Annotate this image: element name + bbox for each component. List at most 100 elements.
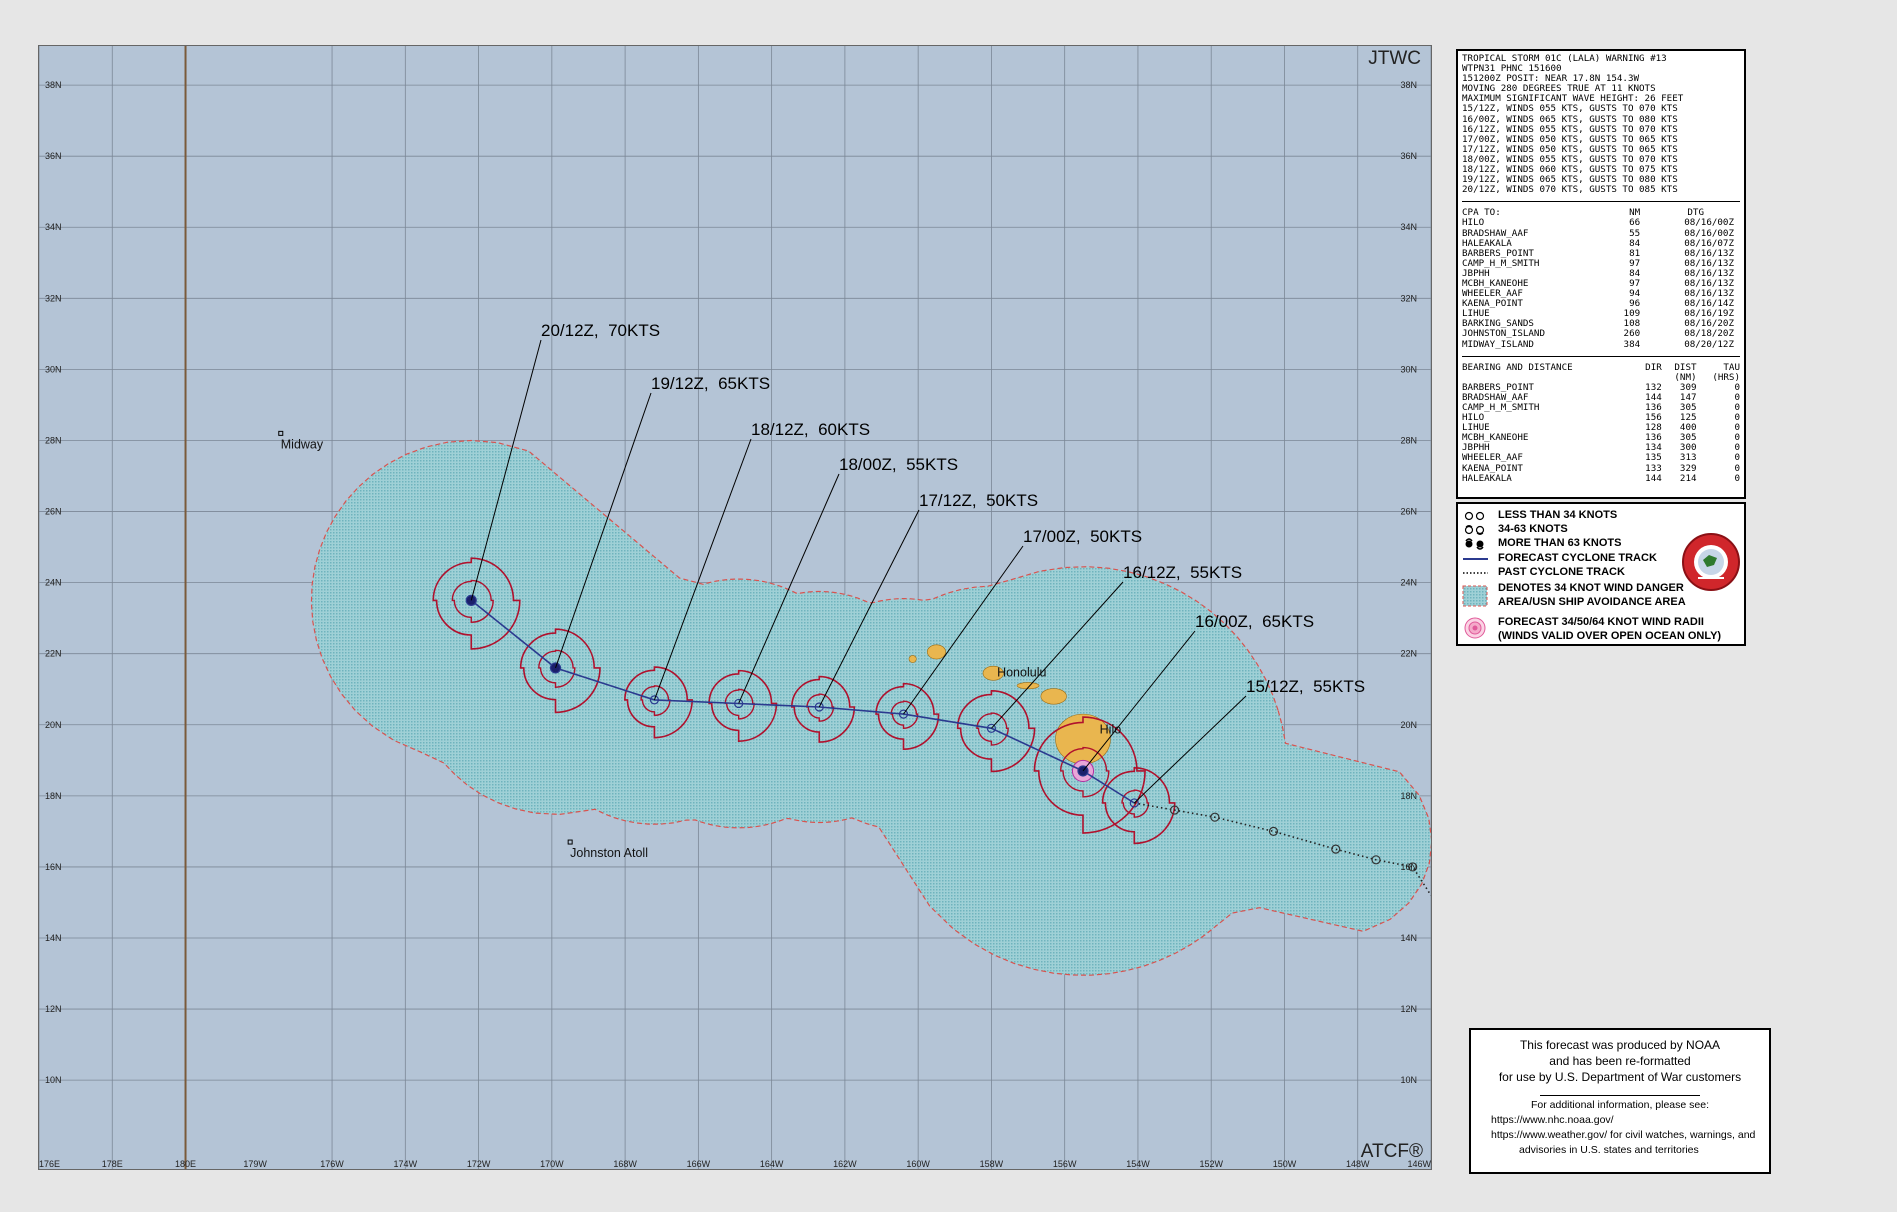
- bd-row: HALEAKALA 144 214 0: [1462, 472, 1740, 484]
- legend-forecast-track: FORECAST CYCLONE TRACK: [1498, 552, 1657, 564]
- lat-label-right: 32N: [1400, 293, 1417, 303]
- cpa-nm: 384: [1623, 338, 1641, 350]
- cpa-row: MIDWAY_ISLAND 384 08/20/12Z: [1462, 338, 1740, 350]
- less-than-34kt-symbol-icon: [1464, 511, 1485, 521]
- lat-label-left: 16N: [45, 862, 62, 872]
- place-label: Johnston Atoll: [570, 846, 648, 860]
- island-shape: [927, 644, 946, 660]
- dow-seal-icon: [1682, 533, 1740, 591]
- more-than-63kt-symbol-icon: [1465, 538, 1484, 550]
- cpa-row: HILO 66 08/16/00Z: [1462, 218, 1740, 228]
- lon-label: 168W: [613, 1159, 637, 1169]
- lat-label-left: 14N: [45, 933, 62, 943]
- lat-label-left: 22N: [45, 649, 62, 659]
- lon-label: 150W: [1273, 1159, 1297, 1169]
- lon-label: 158W: [980, 1159, 1004, 1169]
- forecast-label: 17/12Z, 50KTS: [919, 491, 1038, 510]
- wind-danger-area: [310, 439, 1431, 976]
- bd-tau: 0: [1734, 472, 1740, 484]
- cpa-header-place: CPA TO:: [1462, 207, 1501, 219]
- notice-line-1: This forecast was produced by NOAA: [1519, 1038, 1721, 1052]
- forecast-label: 16/12Z, 55KTS: [1123, 563, 1242, 582]
- lat-label-right: 26N: [1400, 507, 1417, 517]
- lon-label: 180E: [175, 1159, 196, 1169]
- lat-label-left: 34N: [45, 222, 62, 232]
- lat-label-left: 32N: [45, 293, 62, 303]
- bd-row: CAMP_H_M_SMITH 136 305 0: [1462, 402, 1740, 413]
- lon-label: 164W: [760, 1159, 784, 1169]
- danger-area-symbol-icon: [1462, 585, 1488, 607]
- cpa-dtg: 08/20/12Z: [1684, 338, 1734, 350]
- forecast-label: 16/00Z, 65KTS: [1195, 612, 1314, 631]
- lon-label: 166W: [687, 1159, 711, 1169]
- lon-label: 179W: [243, 1159, 267, 1169]
- bd-row: MCBH_KANEOHE 136 305 0: [1462, 433, 1740, 443]
- legend-less-34: LESS THAN 34 KNOTS: [1498, 509, 1618, 521]
- map-legend: LESS THAN 34 KNOTS 34-63 KNOTS MORE THAN…: [1456, 502, 1746, 646]
- lon-label: 178E: [102, 1159, 123, 1169]
- lat-label-left: 18N: [45, 791, 62, 801]
- lat-label-right: 16N: [1400, 862, 1417, 872]
- bearing-distance-table: BEARING AND DISTANCE DIR DIST TAU (NM) (…: [1462, 361, 1740, 484]
- warning-text-box: TROPICAL STORM 01C (LALA) WARNING #13 WTP…: [1456, 49, 1746, 499]
- island-shape: [908, 655, 917, 663]
- notice-line-2: and has been re-formatted: [1549, 1054, 1691, 1068]
- atcf-label: ATCF®: [1360, 1141, 1423, 1162]
- warning-header: TROPICAL STORM 01C (LALA) WARNING #13 WTP…: [1462, 53, 1740, 196]
- lat-label-right: 12N: [1400, 1004, 1417, 1014]
- lat-label-left: 28N: [45, 435, 62, 445]
- forecast-label: 20/12Z, 70KTS: [541, 321, 660, 340]
- island-shape: [1040, 688, 1067, 705]
- bd-dir: 144: [1645, 472, 1662, 484]
- lat-label-left: 24N: [45, 578, 62, 588]
- lon-label: 170W: [540, 1159, 564, 1169]
- lon-label: 176W: [320, 1159, 344, 1169]
- forecast-label: 15/12Z, 55KTS: [1246, 677, 1365, 696]
- lat-label-right: 30N: [1400, 364, 1417, 374]
- notice-divider: [1540, 1095, 1700, 1096]
- danger-area-polygon: [310, 439, 1431, 976]
- lon-label: 176E: [39, 1159, 60, 1169]
- lat-label-right: 14N: [1400, 933, 1417, 943]
- bd-header-dir: DIR: [1645, 361, 1662, 373]
- place-marker-icon: [567, 839, 573, 845]
- place-label: Midway: [281, 437, 324, 451]
- cpa-table: CPA TO: NM DTG HILO 66 08/16/00Z BRADSHAW_A…: [1462, 208, 1740, 349]
- place-label: Hilo: [1100, 722, 1122, 736]
- lon-label: 154W: [1126, 1159, 1150, 1169]
- lat-label-right: 18N: [1400, 791, 1417, 801]
- lat-label-right: 28N: [1400, 435, 1417, 445]
- lon-label: 156W: [1053, 1159, 1077, 1169]
- notice-url-nws[interactable]: https://www.weather.gov/ for civil watch…: [1471, 1128, 1769, 1143]
- place-label: Honolulu: [997, 666, 1046, 680]
- forecast-map: 15/12Z, 55KTS 16/00Z, 65KTS 16/12Z, 55KTS 1…: [38, 45, 1432, 1170]
- agency-label: JTWC: [1368, 48, 1421, 69]
- legend-danger-area: DENOTES 34 KNOT WIND DANGER: [1498, 582, 1684, 594]
- map-canvas: 15/12Z, 55KTS 16/00Z, 65KTS 16/12Z, 55KTS 1…: [39, 46, 1431, 1169]
- lon-label: 160W: [906, 1159, 930, 1169]
- lat-label-right: 22N: [1400, 649, 1417, 659]
- bd-header-title: BEARING AND DISTANCE: [1462, 361, 1573, 373]
- bd-row: HILO 156 125 0: [1462, 412, 1740, 423]
- lat-label-right: 36N: [1400, 151, 1417, 161]
- notice-line-3: for use by U.S. Department of War custom…: [1498, 1070, 1742, 1084]
- legend-avoidance-area: AREA/USN SHIP AVOIDANCE AREA: [1498, 596, 1686, 608]
- lat-label-left: 20N: [45, 720, 62, 730]
- lat-label-left: 10N: [45, 1075, 62, 1085]
- cpa-place: MIDWAY_ISLAND: [1462, 338, 1534, 350]
- lat-label-right: 10N: [1400, 1075, 1417, 1085]
- cpa-place: HILO: [1462, 217, 1485, 229]
- lat-label-left: 30N: [45, 364, 62, 374]
- lon-label: 174W: [394, 1159, 418, 1169]
- lon-label: 162W: [833, 1159, 857, 1169]
- bd-place: CAMP_H_M_SMITH: [1462, 402, 1540, 413]
- notice-url-nws-cont: advisories in U.S. states and territorie…: [1519, 1144, 1699, 1156]
- lat-label-right: 20N: [1400, 720, 1417, 730]
- lat-label-left: 38N: [45, 80, 62, 90]
- legend-past-track: PAST CYCLONE TRACK: [1498, 566, 1625, 578]
- lat-label-left: 26N: [45, 507, 62, 517]
- notice-url-nhc[interactable]: https://www.nhc.noaa.gov/: [1471, 1113, 1769, 1128]
- warning-line: 20/12Z, WINDS 070 KTS, GUSTS TO 085 KTS: [1462, 184, 1678, 196]
- legend-open-ocean: (WINDS VALID OVER OPEN OCEAN ONLY): [1498, 630, 1722, 642]
- noaa-notice-box: This forecast was produced by NOAA and h…: [1469, 1028, 1771, 1174]
